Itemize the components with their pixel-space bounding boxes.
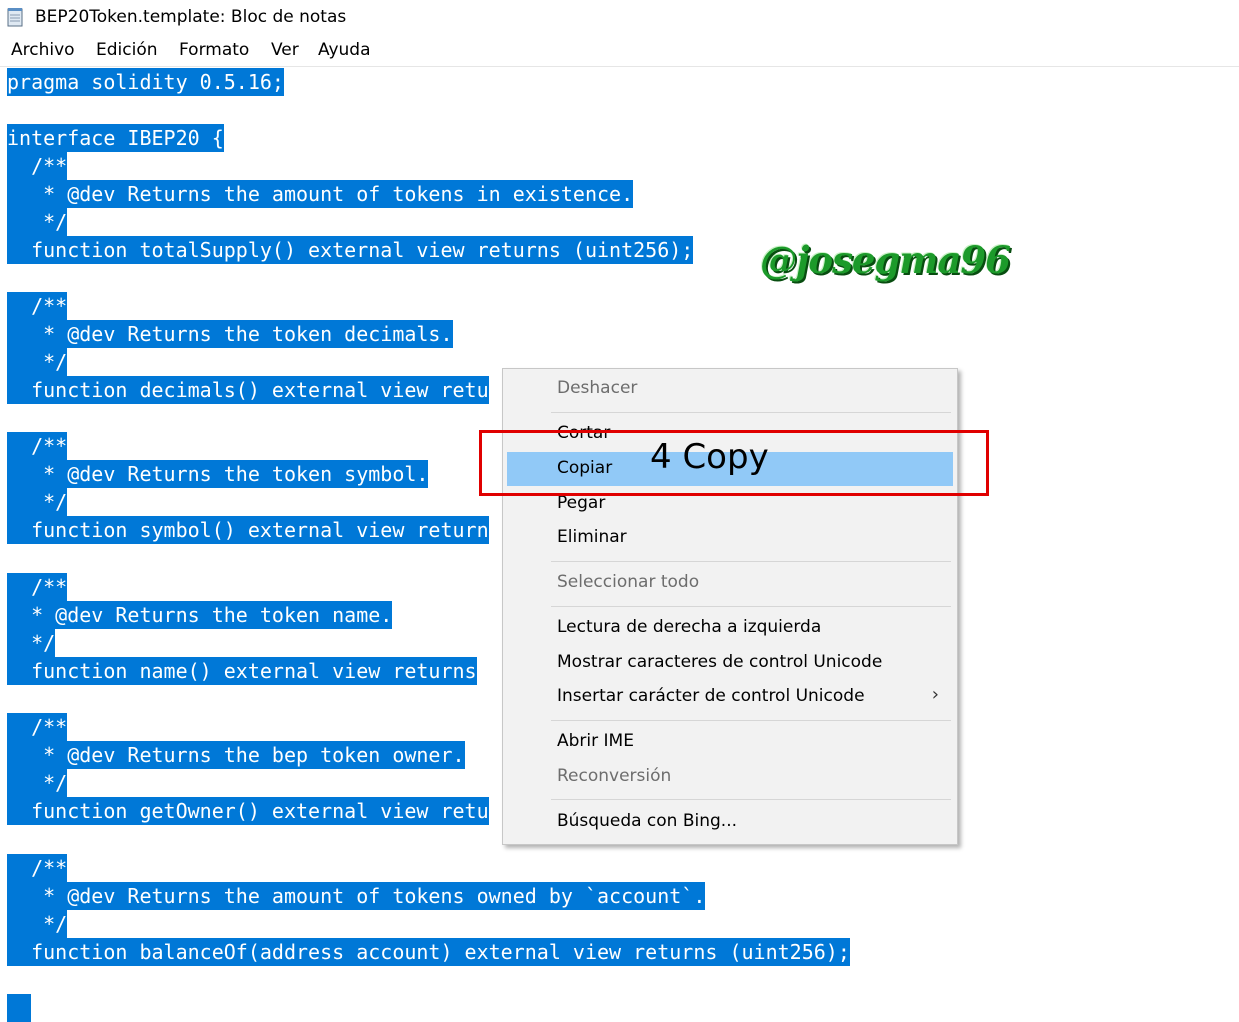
menu-item-reconversion[interactable]: Reconversión — [507, 760, 953, 794]
menu-item-label: Reconversión — [557, 766, 672, 786]
menu-ayuda[interactable]: Ayuda — [318, 40, 371, 60]
menu-separator — [551, 561, 951, 562]
menu-separator — [551, 799, 951, 800]
watermark-text: @josegma96 — [760, 238, 1011, 282]
window-title: BEP20Token.template: Bloc de notas — [35, 7, 347, 27]
menu-item-label: Búsqueda con Bing... — [557, 811, 738, 831]
code-line: * @dev Returns the amount of tokens owne… — [7, 882, 706, 910]
code-line: function symbol() external view return — [7, 516, 489, 544]
menu-separator — [551, 720, 951, 721]
code-line: * @dev Returns the token decimals. — [7, 320, 453, 348]
menu-item-label: Eliminar — [557, 527, 627, 547]
menu-item-busqueda-bing[interactable]: Búsqueda con Bing... — [507, 805, 953, 839]
code-line: function totalSupply() external view ret… — [7, 236, 694, 264]
code-line: /** — [7, 432, 68, 460]
menu-item-insertar-caracter-unicode[interactable]: Insertar carácter de control Unicode › — [507, 680, 953, 714]
menu-item-seleccionar-todo[interactable]: Seleccionar todo — [507, 566, 953, 600]
code-line: * @dev Returns the amount of tokens in e… — [7, 180, 634, 208]
menu-formato[interactable]: Formato — [179, 40, 249, 60]
title-bar: BEP20Token.template: Bloc de notas — [0, 0, 1239, 36]
code-line: */ — [7, 629, 56, 657]
menu-bar: Archivo Edición Formato Ver Ayuda — [0, 36, 1239, 67]
menu-item-lectura-derecha-izquierda[interactable]: Lectura de derecha a izquierda — [507, 611, 953, 645]
code-line: * @dev Returns the token name. — [7, 601, 393, 629]
menu-item-label: Mostrar caracteres de control Unicode — [557, 652, 883, 672]
menu-item-mostrar-caracteres-unicode[interactable]: Mostrar caracteres de control Unicode — [507, 646, 953, 680]
notepad-icon — [7, 8, 23, 27]
menu-item-label: Seleccionar todo — [557, 572, 700, 592]
code-line: /** — [7, 854, 68, 882]
menu-separator — [551, 606, 951, 607]
menu-item-eliminar[interactable]: Eliminar — [507, 521, 953, 555]
code-line: */ — [7, 348, 68, 376]
code-line: function getOwner() external view retu — [7, 797, 489, 825]
chevron-right-icon: › — [931, 684, 939, 705]
code-line: /** — [7, 573, 68, 601]
menu-item-label: Abrir IME — [557, 731, 634, 751]
menu-item-abrir-ime[interactable]: Abrir IME — [507, 725, 953, 759]
menu-item-label: Insertar carácter de control Unicode — [557, 686, 865, 706]
code-line: */ — [7, 488, 68, 516]
code-line: */ — [7, 910, 68, 938]
menu-edicion[interactable]: Edición — [96, 40, 158, 60]
menu-archivo[interactable]: Archivo — [11, 40, 75, 60]
code-line: */ — [7, 208, 68, 236]
menu-item-label: Lectura de derecha a izquierda — [557, 617, 822, 637]
code-line: interface IBEP20 { — [7, 124, 224, 152]
menu-item-label: Pegar — [557, 493, 606, 513]
menu-separator — [551, 412, 951, 413]
code-line: function balanceOf(address account) exte… — [7, 938, 850, 966]
code-line: * @dev Returns the token symbol. — [7, 460, 429, 488]
code-line: /** — [7, 292, 68, 320]
code-line: /** — [7, 152, 68, 180]
code-line: */ — [7, 769, 68, 797]
code-line: * @dev Returns the bep token owner. — [7, 741, 465, 769]
code-line: function name() external view returns — [7, 657, 477, 685]
menu-item-label: Deshacer — [557, 378, 638, 398]
code-line — [7, 994, 32, 1022]
code-line: function decimals() external view retu — [7, 376, 489, 404]
annotation-step-label: 4 Copy — [650, 437, 769, 477]
menu-ver[interactable]: Ver — [271, 40, 299, 60]
code-line: /** — [7, 713, 68, 741]
menu-item-deshacer[interactable]: Deshacer — [507, 372, 953, 406]
code-line: pragma solidity 0.5.16; — [7, 68, 284, 96]
